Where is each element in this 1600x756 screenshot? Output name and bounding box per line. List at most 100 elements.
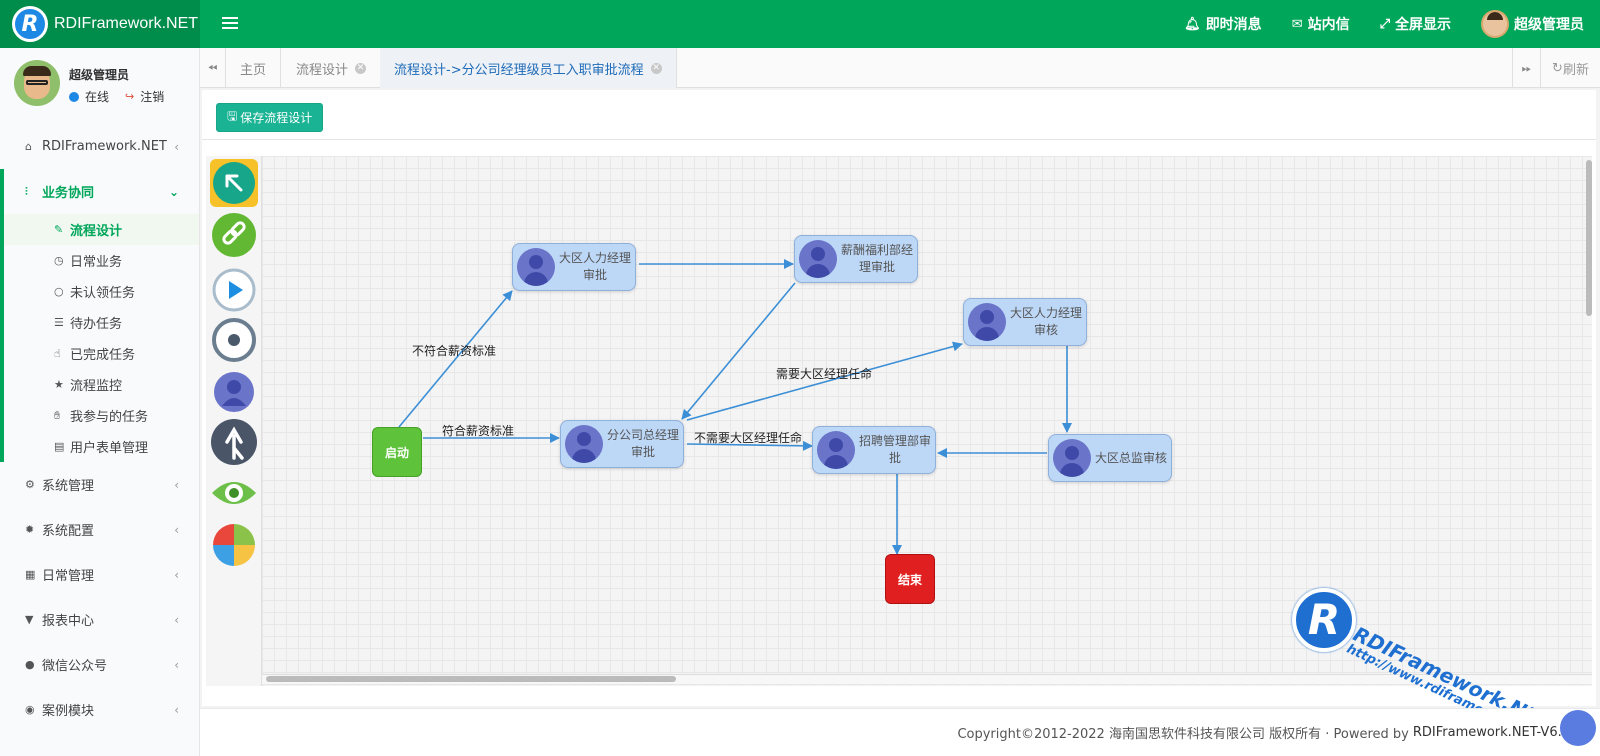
sidebar-item-label: 业务协同: [42, 186, 95, 201]
edge-label-no-need-region-mgr[interactable]: 不需要大区经理任命: [694, 429, 802, 446]
gears-icon: ⚙: [25, 478, 35, 491]
save-flow-design-button[interactable]: 🖫︎ 保存流程设计: [216, 103, 324, 132]
close-icon[interactable]: ✕: [650, 62, 662, 74]
sidebar-item-unclaimed-tasks[interactable]: ○ 未认领任务: [4, 276, 199, 307]
user-name: 超级管理员: [69, 68, 130, 82]
edge-label-not-meet-salary[interactable]: 不符合薪资标准: [412, 342, 496, 359]
view-tool-icon[interactable]: [210, 469, 258, 517]
user-icon: [799, 240, 837, 278]
chart-tool-icon[interactable]: [210, 521, 258, 569]
node-region-hr-approve[interactable]: 大区人力经理审批: [512, 243, 636, 291]
user-task-tool-icon[interactable]: [210, 368, 258, 416]
footer: Copyright©2012-2022 海南国思软件科技有限公司 版权所有 · …: [200, 708, 1600, 756]
node-label: 大区人力经理审批: [559, 251, 632, 282]
tab-flow-design[interactable]: 流程设计 ✕: [282, 48, 382, 88]
user-icon: [968, 303, 1006, 341]
sidebar-item-label: 我参与的任务: [70, 410, 149, 425]
sidebar-item-case-module[interactable]: ◉ 案例模块 ‹: [0, 687, 199, 732]
sidebar-item-daily-business[interactable]: ◷ 日常业务: [4, 245, 199, 276]
tab-home[interactable]: 主页: [226, 48, 282, 88]
save-icon: 🖫︎: [227, 109, 238, 123]
sidebar-item-business[interactable]: ⫶ 业务协同 ⌄: [0, 169, 199, 214]
sidebar-item-label: 报表中心: [42, 614, 95, 629]
user-avatar: [14, 60, 60, 106]
sidebar-item-daily-manage[interactable]: ▦ 日常管理 ‹: [0, 552, 199, 597]
tab-scroll-left-icon[interactable]: ⏪︎: [200, 48, 226, 88]
footer-brand-link[interactable]: RDIFramework.NET-V6.0: [1413, 725, 1570, 740]
node-region-director[interactable]: 大区总监审核: [1048, 434, 1172, 482]
end-tool-icon[interactable]: [210, 316, 258, 364]
node-salary-dept[interactable]: 薪酬福利部经理审批: [794, 235, 918, 283]
refresh-label: 刷新: [1562, 62, 1589, 78]
sidebar-item-wechat[interactable]: ● 微信公众号 ‹: [0, 642, 199, 687]
star-icon: ★: [54, 378, 64, 391]
share-icon: ⫶: [25, 184, 28, 198]
branch-tool-icon[interactable]: [210, 418, 258, 466]
refresh-button[interactable]: ↻ 刷新: [1540, 48, 1600, 88]
chevron-left-icon: ‹: [174, 522, 179, 537]
horizontal-scrollbar[interactable]: [266, 676, 676, 682]
edge-salary-to-branch[interactable]: [681, 282, 796, 420]
sidebar-item-label: 流程监控: [70, 379, 123, 394]
node-recruit-dept[interactable]: 招聘管理部审批: [812, 426, 936, 474]
tab-flow-design-detail[interactable]: 流程设计->分公司经理级员工入职审批流程 ✕: [380, 48, 677, 88]
expand-icon: ⤢: [1379, 16, 1390, 32]
start-tool-icon[interactable]: [210, 266, 258, 314]
sidebar-item-flow-design[interactable]: ✎ 流程设计: [4, 214, 199, 245]
node-label: 大区人力经理审核: [1010, 306, 1083, 337]
sidebar-toggle-icon[interactable]: [222, 14, 238, 34]
sidebar-item-label: 用户表单管理: [70, 441, 149, 456]
end-node[interactable]: 结束: [885, 554, 935, 604]
sidebar-item-label: 案例模块: [42, 704, 95, 719]
node-branch-gm[interactable]: 分公司总经理审批: [560, 420, 684, 468]
sidebar-item-my-tasks[interactable]: ✋︎ 我参与的任务: [4, 400, 199, 431]
sidebar-item-system-config[interactable]: ✹ 系统配置 ‹: [0, 507, 199, 552]
tool-palette: [206, 156, 262, 686]
user-menu-label: 超级管理员: [1514, 17, 1584, 33]
sidebar-item-label: 系统配置: [42, 524, 95, 539]
vertical-scrollbar[interactable]: [1586, 160, 1592, 316]
brand-logo: R: [12, 6, 48, 42]
edit-icon: ✎: [54, 223, 64, 236]
sidebar-item-rdiframework[interactable]: ⌂ RDIFramework.NET ‹: [0, 124, 199, 169]
select-tool-icon[interactable]: [210, 159, 258, 207]
node-region-hr-review[interactable]: 大区人力经理审核: [963, 298, 1087, 346]
hand-icon: ☝: [54, 347, 61, 360]
logout-icon[interactable]: ↪: [125, 90, 134, 103]
tab-label: 主页: [240, 62, 267, 78]
sidebar-item-todo-tasks[interactable]: ☰ 待办任务: [4, 307, 199, 338]
clock-icon: ◷: [54, 254, 64, 267]
fullscreen-button[interactable]: ⤢ 全屏显示: [1380, 14, 1451, 34]
site-mail-button[interactable]: ✉ 站内信: [1292, 14, 1350, 34]
brand-name: RDIFramework.NET: [54, 15, 199, 32]
avatar: [1481, 10, 1509, 38]
sidebar-item-report-center[interactable]: ▼ 报表中心 ‹: [0, 597, 199, 642]
sidebar-item-flow-monitor[interactable]: ★ 流程监控: [4, 369, 199, 400]
chevron-left-icon: ‹: [174, 567, 179, 582]
start-node[interactable]: 启动: [372, 427, 422, 477]
close-icon[interactable]: ✕: [355, 62, 367, 74]
brand[interactable]: R RDIFramework.NET: [0, 0, 200, 48]
sidebar-item-completed-tasks[interactable]: ☝ 已完成任务: [4, 338, 199, 369]
eye-icon: ◉: [25, 703, 35, 716]
chat-icon[interactable]: [1560, 710, 1596, 746]
sidebar-item-user-forms[interactable]: ▤ 用户表单管理: [4, 431, 199, 462]
edge-not-meet-salary[interactable]: [398, 290, 513, 428]
refresh-icon: ↻: [1552, 60, 1563, 76]
sidebar-item-system-manage[interactable]: ⚙ 系统管理 ‹: [0, 462, 199, 507]
link-tool-icon[interactable]: [210, 211, 258, 259]
user-panel: 超级管理员 在线 ↪ 注销: [0, 48, 199, 124]
user-icon: [817, 431, 855, 469]
edge-label-need-region-mgr[interactable]: 需要大区经理任命: [776, 365, 872, 382]
user-menu[interactable]: 超级管理员: [1481, 10, 1584, 38]
envelope-icon: ✉: [1291, 16, 1303, 32]
footer-copyright: Copyright©2012-2022 海南国思软件科技有限公司 版权所有 · …: [957, 727, 1409, 742]
tab-scroll-right-icon[interactable]: ⏩︎: [1512, 48, 1540, 88]
chevron-left-icon: ‹: [174, 657, 179, 672]
sidebar-item-label: 待办任务: [70, 317, 123, 332]
edge-label-meet-salary[interactable]: 符合薪资标准: [442, 422, 514, 439]
end-node-label: 结束: [897, 572, 922, 587]
edge-need-region-mgr[interactable]: [686, 341, 963, 421]
instant-message-button[interactable]: 🔔︎ 即时消息: [1184, 14, 1262, 34]
logout-link[interactable]: 注销: [140, 88, 164, 105]
